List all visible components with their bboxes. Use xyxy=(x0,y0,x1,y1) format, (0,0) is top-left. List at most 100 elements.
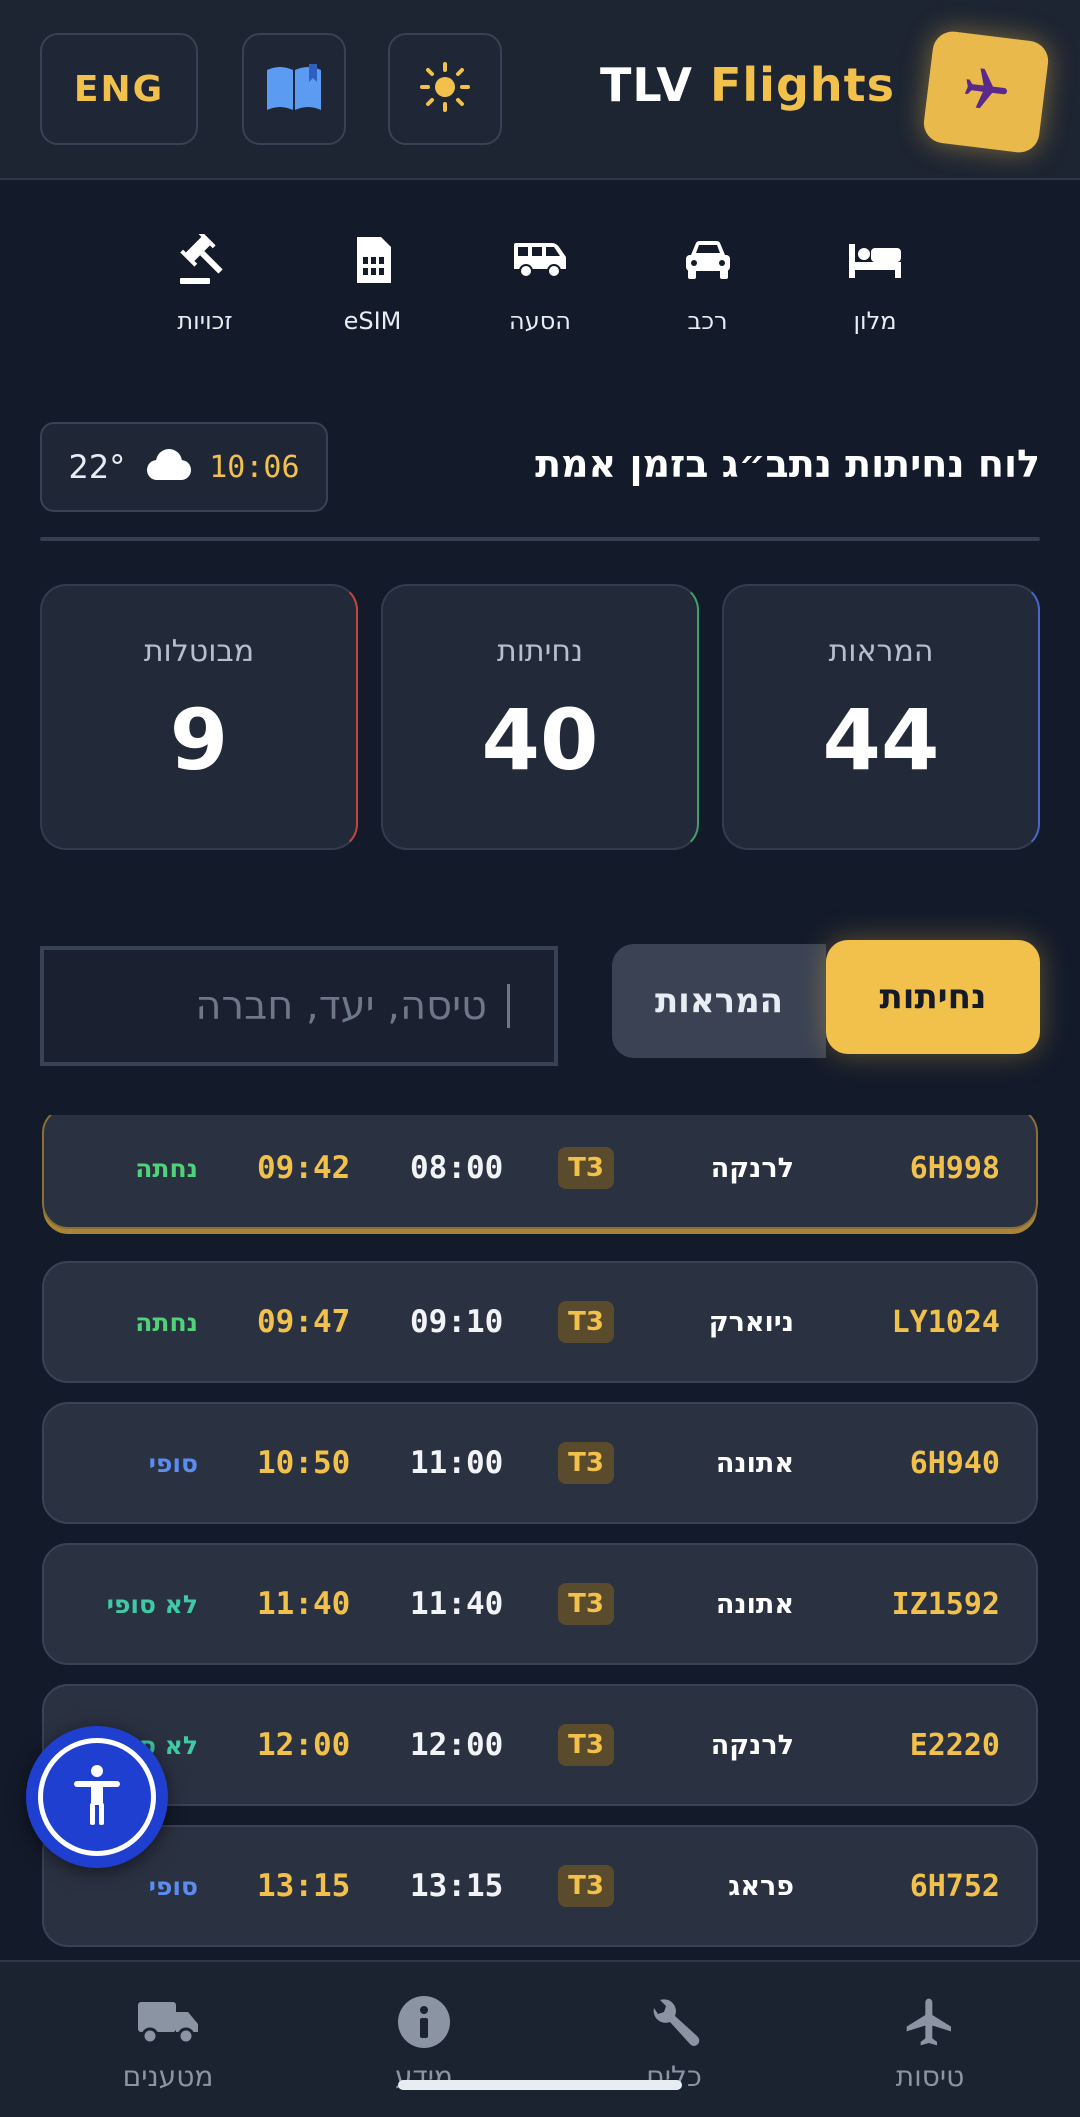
flight-status: נחתה xyxy=(135,1153,198,1183)
service-shuttle[interactable]: הסעה xyxy=(475,225,605,345)
brand-accent: Flights xyxy=(709,58,895,112)
stats-summary: המראות 44 נחיתות 40 מבוטלות 9 xyxy=(40,584,1040,850)
flight-row[interactable]: E2220 לרנקה T3 12:00 12:00 לא סופי xyxy=(42,1684,1038,1806)
car-icon xyxy=(683,225,733,295)
flight-destination: אתונה xyxy=(715,1447,794,1479)
logo-badge xyxy=(921,29,1051,155)
flight-row[interactable]: IZ1592 אתונה T3 11:40 11:40 לא סופי xyxy=(42,1543,1038,1665)
home-indicator xyxy=(398,2080,682,2090)
terminal-label: T3 xyxy=(558,1724,614,1766)
terminal-badge: T3 xyxy=(558,1827,614,1945)
flight-destination: פראג xyxy=(728,1870,794,1902)
accessibility-person-icon xyxy=(70,1763,124,1831)
terminal-badge: T3 xyxy=(558,1115,614,1227)
service-label: זכויות xyxy=(177,307,233,335)
stat-label: נחיתות xyxy=(497,634,583,669)
clock: 10:06 xyxy=(209,449,300,485)
flight-status: לא סופי xyxy=(106,1589,198,1619)
flight-destination: אתונה xyxy=(715,1588,794,1620)
terminal-badge: T3 xyxy=(558,1263,614,1381)
estimated-time: 13:15 xyxy=(257,1868,351,1904)
flight-number: LY1024 xyxy=(891,1304,1000,1340)
scheduled-time: 12:00 xyxy=(410,1727,504,1763)
page-title: לוח נחיתות נתב״ג בזמן אמת xyxy=(535,442,1040,486)
nav-baggage[interactable]: מטענים xyxy=(68,1962,268,2102)
estimated-time: 09:47 xyxy=(257,1304,351,1340)
flight-destination: ניוארק xyxy=(708,1306,794,1338)
service-hotel[interactable]: מלון xyxy=(810,225,940,345)
flight-number: 6H940 xyxy=(909,1445,1000,1481)
nav-label: מטענים xyxy=(122,2060,214,2093)
time-weather-widget: 22° 10:06 xyxy=(40,422,328,512)
accessibility-button[interactable] xyxy=(26,1726,168,1868)
flight-status: סופי xyxy=(148,1871,198,1901)
flight-destination: לרנקה xyxy=(710,1729,794,1761)
flights-list: 6H998 לרנקה T3 08:00 09:42 נחתה LY1024 נ… xyxy=(42,1115,1038,1955)
shuttle-bus-icon xyxy=(512,225,568,295)
service-label: מלון xyxy=(853,307,897,335)
text-caret xyxy=(507,984,510,1028)
gavel-icon xyxy=(178,225,232,295)
accessibility-ring xyxy=(38,1738,156,1856)
book-icon xyxy=(265,62,323,116)
scheduled-time: 11:00 xyxy=(410,1445,504,1481)
nav-label: טיסות xyxy=(895,2060,965,2093)
truck-icon xyxy=(136,1992,200,2052)
bed-icon xyxy=(847,225,903,295)
flight-row[interactable]: 6H998 לרנקה T3 08:00 09:42 נחתה xyxy=(42,1115,1038,1229)
theme-toggle-button[interactable] xyxy=(388,33,502,145)
temperature: 22° xyxy=(68,448,126,486)
sun-icon xyxy=(420,62,470,116)
wrench-icon xyxy=(646,1992,702,2052)
service-label: eSIM xyxy=(343,307,402,335)
terminal-badge: T3 xyxy=(558,1545,614,1663)
tab-departures[interactable]: המראות xyxy=(612,944,826,1058)
flight-number: IZ1592 xyxy=(891,1586,1000,1622)
service-esim[interactable]: eSIM xyxy=(308,225,438,345)
flight-destination: לרנקה xyxy=(710,1152,794,1184)
guide-button[interactable] xyxy=(242,33,346,145)
flight-row[interactable]: 6H752 פראג T3 13:15 13:15 סופי xyxy=(42,1825,1038,1947)
flight-row[interactable]: LY1024 ניוארק T3 09:10 09:47 נחתה xyxy=(42,1261,1038,1383)
terminal-label: T3 xyxy=(558,1865,614,1907)
estimated-time: 09:42 xyxy=(257,1150,351,1186)
service-label: רכב xyxy=(687,307,728,335)
tab-landings[interactable]: נחיתות xyxy=(826,940,1040,1054)
service-car[interactable]: רכב xyxy=(643,225,773,345)
search-input[interactable]: טיסה, יעד, חברה xyxy=(40,946,558,1066)
brand-title: TLV Flights xyxy=(600,58,895,112)
stat-departures-card: המראות 44 xyxy=(722,584,1040,850)
terminal-label: T3 xyxy=(558,1301,614,1343)
sim-card-icon xyxy=(353,225,393,295)
services-bar: מלון רכב הסעה eSIM זכויות xyxy=(140,225,940,345)
stat-cancelled-card: מבוטלות 9 xyxy=(40,584,358,850)
flight-status: סופי xyxy=(148,1448,198,1478)
estimated-time: 11:40 xyxy=(257,1586,351,1622)
estimated-time: 12:00 xyxy=(257,1727,351,1763)
divider xyxy=(40,537,1040,541)
flight-row[interactable]: 6H940 אתונה T3 11:00 10:50 סופי xyxy=(42,1402,1038,1524)
scheduled-time: 13:15 xyxy=(410,1868,504,1904)
stat-value: 9 xyxy=(169,691,229,789)
cloud-icon xyxy=(141,448,193,486)
search-placeholder: טיסה, יעד, חברה xyxy=(195,983,487,1029)
stat-value: 40 xyxy=(481,691,599,789)
flight-number: E2220 xyxy=(909,1727,1000,1763)
flight-number: 6H752 xyxy=(909,1868,1000,1904)
info-icon xyxy=(396,1992,452,2052)
terminal-badge: T3 xyxy=(558,1686,614,1804)
bottom-navigation: טיסות כלים מידע מטענים xyxy=(0,1960,1080,2117)
nav-flights[interactable]: טיסות xyxy=(830,1962,1030,2102)
app-header: ENG TLV Flights xyxy=(0,0,1080,180)
service-label: הסעה xyxy=(509,307,571,335)
language-button[interactable]: ENG xyxy=(40,33,198,145)
scheduled-time: 08:00 xyxy=(410,1150,504,1186)
scheduled-time: 09:10 xyxy=(410,1304,504,1340)
terminal-badge: T3 xyxy=(558,1404,614,1522)
flight-status: נחתה xyxy=(135,1307,198,1337)
terminal-label: T3 xyxy=(558,1147,614,1189)
stat-value: 44 xyxy=(822,691,940,789)
service-rights[interactable]: זכויות xyxy=(140,225,270,345)
brand-prefix: TLV xyxy=(600,58,693,112)
airplane-icon xyxy=(958,62,1014,122)
